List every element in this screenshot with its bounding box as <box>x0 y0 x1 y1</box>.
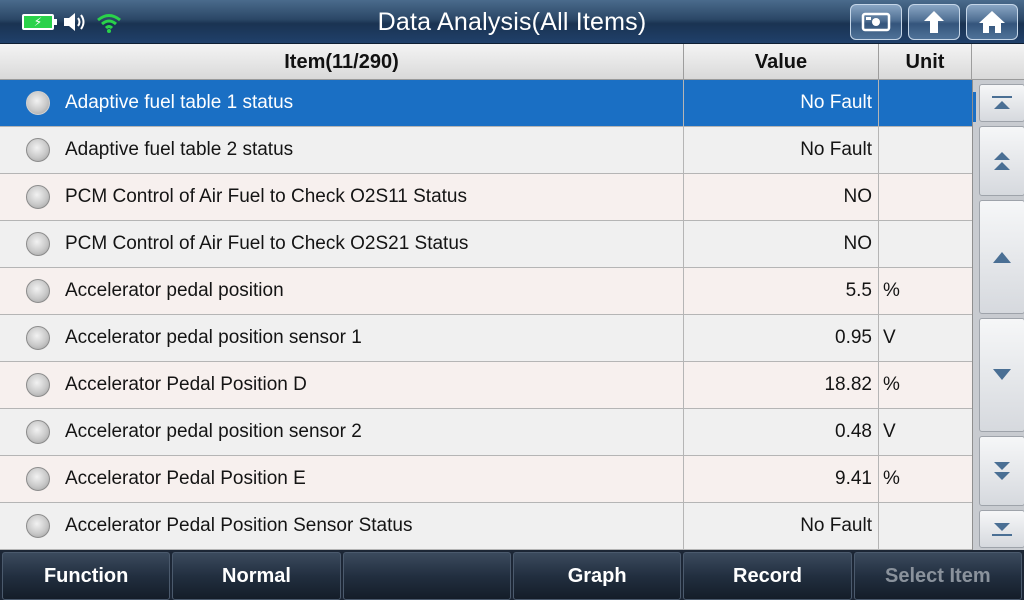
item-name: PCM Control of Air Fuel to Check O2S11 S… <box>65 186 467 207</box>
item-value: No Fault <box>684 503 879 549</box>
table-row[interactable]: Adaptive fuel table 2 status No Fault <box>0 127 972 174</box>
table-row[interactable]: Accelerator pedal position sensor 2 0.48… <box>0 409 972 456</box>
column-header-value: Value <box>684 44 879 80</box>
scroll-controls <box>972 80 1024 550</box>
radio-button[interactable] <box>26 279 50 303</box>
scroll-to-bottom-button[interactable] <box>979 510 1024 548</box>
item-name: Accelerator Pedal Position E <box>65 468 306 489</box>
radio-button[interactable] <box>26 185 50 209</box>
radio-button[interactable] <box>26 373 50 397</box>
title-bar: ⚡ Data Analysis(All Items) <box>0 0 1024 44</box>
table-row[interactable]: Accelerator Pedal Position D 18.82 % <box>0 362 972 409</box>
item-value: NO <box>684 174 879 220</box>
item-unit: V <box>883 327 896 348</box>
scroll-position-indicator <box>973 92 976 122</box>
table-row[interactable]: PCM Control of Air Fuel to Check O2S11 S… <box>0 174 972 221</box>
home-icon <box>979 11 1005 33</box>
screenshot-button[interactable] <box>850 4 902 40</box>
radio-button[interactable] <box>26 420 50 444</box>
empty-button[interactable] <box>342 552 511 600</box>
item-name: Accelerator pedal position <box>65 280 284 301</box>
back-arrow-icon <box>924 11 944 33</box>
chevron-up-icon <box>993 252 1011 263</box>
item-value: No Fault <box>684 127 879 173</box>
item-unit <box>879 503 972 549</box>
top-buttons <box>850 4 1018 40</box>
table-row[interactable]: Adaptive fuel table 1 status No Fault <box>0 80 972 127</box>
table-row[interactable]: Accelerator pedal position sensor 1 0.95… <box>0 315 972 362</box>
column-header-unit: Unit <box>879 44 972 80</box>
table-row[interactable]: Accelerator pedal position 5.5 % <box>0 268 972 315</box>
back-button[interactable] <box>908 4 960 40</box>
column-header-item: Item(11/290) <box>0 44 684 80</box>
item-name: Accelerator Pedal Position D <box>65 374 307 395</box>
bottom-toolbar: Function Normal Graph Record Select Item <box>0 550 1024 600</box>
radio-button[interactable] <box>26 467 50 491</box>
column-header-blank <box>972 44 1024 80</box>
item-value: 18.82 <box>684 362 879 408</box>
item-unit <box>879 221 972 267</box>
table-row[interactable]: Accelerator Pedal Position E 9.41 % <box>0 456 972 503</box>
item-value: 0.95 <box>684 315 879 361</box>
record-button[interactable]: Record <box>683 552 852 600</box>
scroll-up-button[interactable] <box>979 200 1024 314</box>
item-unit: % <box>883 468 900 489</box>
table-header: Item(11/290) Value Unit <box>0 44 1024 80</box>
scroll-bottom-icon <box>992 523 1012 536</box>
table-row[interactable]: Accelerator Pedal Position Sensor Status… <box>0 503 972 550</box>
item-unit: % <box>883 374 900 395</box>
function-button[interactable]: Function <box>2 552 171 600</box>
item-name: Adaptive fuel table 1 status <box>65 92 294 113</box>
scroll-top-icon <box>992 96 1012 109</box>
radio-button[interactable] <box>26 138 50 162</box>
table-row[interactable]: PCM Control of Air Fuel to Check O2S21 S… <box>0 221 972 268</box>
scroll-to-top-button[interactable] <box>979 84 1024 122</box>
chevron-down-icon <box>993 369 1011 380</box>
item-name: Accelerator Pedal Position Sensor Status <box>65 515 413 536</box>
double-chevron-up-icon <box>994 152 1010 170</box>
radio-button[interactable] <box>26 326 50 350</box>
normal-button[interactable]: Normal <box>172 552 341 600</box>
item-unit <box>879 127 972 173</box>
select-item-button[interactable]: Select Item <box>853 552 1022 600</box>
item-unit: % <box>883 280 900 301</box>
item-name: Accelerator pedal position sensor 1 <box>65 327 362 348</box>
item-value: 0.48 <box>684 409 879 455</box>
double-chevron-down-icon <box>994 462 1010 480</box>
radio-button[interactable] <box>26 514 50 538</box>
item-value: NO <box>684 221 879 267</box>
data-table: Adaptive fuel table 1 status No Fault Ad… <box>0 80 972 550</box>
screenshot-icon <box>861 12 891 32</box>
page-down-button[interactable] <box>979 436 1024 506</box>
item-name: Accelerator pedal position sensor 2 <box>65 421 362 442</box>
page-up-button[interactable] <box>979 126 1024 196</box>
item-unit <box>879 80 972 126</box>
item-unit: V <box>883 421 896 442</box>
scroll-down-button[interactable] <box>979 318 1024 432</box>
item-value: 5.5 <box>684 268 879 314</box>
graph-button[interactable]: Graph <box>512 552 682 600</box>
radio-button[interactable] <box>26 91 50 115</box>
item-unit <box>879 174 972 220</box>
item-value: 9.41 <box>684 456 879 502</box>
item-name: Adaptive fuel table 2 status <box>65 139 294 160</box>
item-value: No Fault <box>684 80 879 126</box>
item-name: PCM Control of Air Fuel to Check O2S21 S… <box>65 233 469 254</box>
radio-button[interactable] <box>26 232 50 256</box>
home-button[interactable] <box>966 4 1018 40</box>
